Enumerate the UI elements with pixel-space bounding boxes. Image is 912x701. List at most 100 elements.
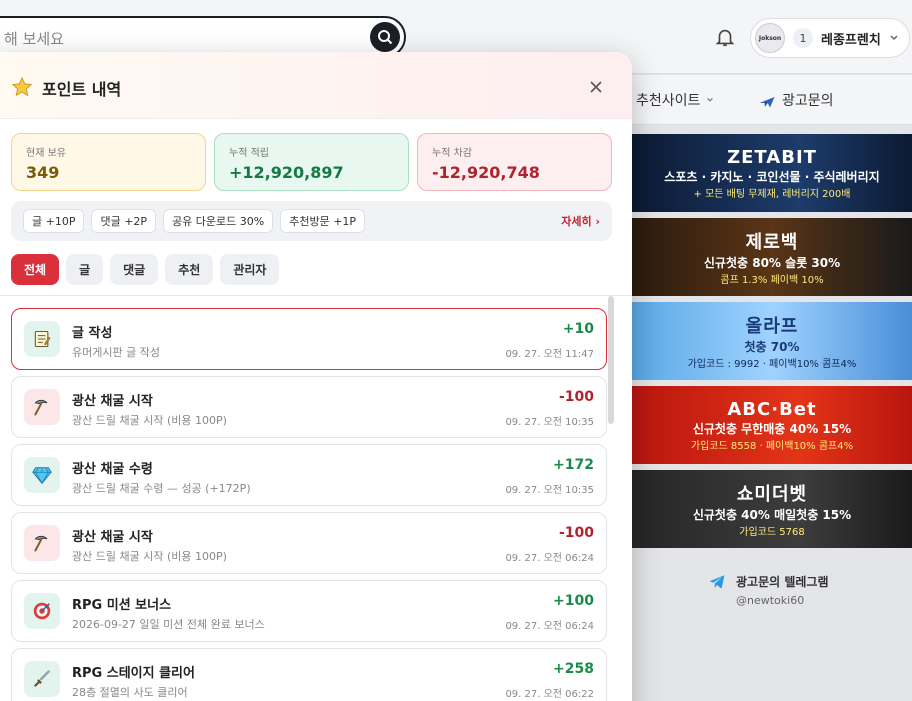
point-rules-bar: 글 +10P 댓글 +2P 공유 다운로드 30% 추천방문 +1P 자세히 › bbox=[11, 201, 612, 241]
item-description: 유머게시판 글 작성 bbox=[72, 346, 160, 359]
banner-title: ABC·Bet bbox=[727, 398, 817, 420]
nav-label: 광고문의 bbox=[782, 93, 834, 109]
item-amount: +258 bbox=[553, 661, 594, 677]
item-amount: -100 bbox=[558, 389, 594, 405]
target-icon bbox=[24, 593, 60, 629]
stat-label: 누적 차감 bbox=[432, 148, 472, 159]
item-title: 광산 채굴 수령 bbox=[72, 462, 153, 477]
banner-line: 신규첫충 40% 매일첫충 15% bbox=[692, 508, 852, 522]
list-item[interactable]: RPG 미션 보너스 2026-09-27 일일 미션 전체 완료 보너스 +1… bbox=[11, 580, 607, 642]
item-amount: +172 bbox=[553, 457, 594, 473]
bell-icon bbox=[715, 29, 735, 47]
points-summary: 현재 보유 349 누적 적립 +12,920,897 누적 차감 -12,92… bbox=[11, 133, 612, 191]
rule-chip: 글 +10P bbox=[23, 209, 85, 233]
user-menu[interactable]: Jokson 1 레종프렌치 bbox=[750, 18, 910, 58]
airplane-icon bbox=[759, 97, 775, 108]
banner-line: 신규첫충 80% 슬롯 30% bbox=[703, 256, 841, 270]
item-description: 광산 드릴 채굴 수령 — 성공 (+172P) bbox=[72, 482, 251, 495]
item-date: 09. 27. 오전 06:24 bbox=[505, 553, 594, 564]
banner-sub: 가입코드 : 9992 · 페이백10% 콤프4% bbox=[687, 359, 857, 370]
item-title: RPG 미션 보너스 bbox=[72, 598, 172, 613]
rules-detail-link[interactable]: 자세히 › bbox=[561, 213, 600, 229]
stat-value: -12,920,748 bbox=[432, 163, 540, 182]
banner-sub: 콤프 1.3% 페이백 10% bbox=[720, 275, 824, 286]
item-date: 09. 27. 오전 10:35 bbox=[505, 417, 594, 428]
list-scrollbar[interactable] bbox=[608, 296, 614, 424]
item-title: 광산 채굴 시작 bbox=[72, 394, 153, 409]
telegram-icon bbox=[709, 575, 725, 589]
banner-title: 쇼미더벳 bbox=[736, 484, 808, 505]
memo-icon bbox=[24, 321, 60, 357]
modal-title: 포인트 내역 bbox=[42, 80, 122, 99]
item-description: 광산 드릴 채굴 시작 (비용 100P) bbox=[72, 414, 227, 427]
item-amount: +100 bbox=[553, 593, 594, 609]
stat-total-earned: 누적 적립 +12,920,897 bbox=[214, 133, 409, 191]
banner-line: 첫충 70% bbox=[744, 340, 800, 354]
list-item[interactable]: 광산 채굴 시작 광산 드릴 채굴 시작 (비용 100P) -100 09. … bbox=[11, 376, 607, 438]
list-item[interactable]: 글 작성 유머게시판 글 작성 +10 09. 27. 오전 11:47 bbox=[11, 308, 607, 370]
stat-value: +12,920,897 bbox=[229, 163, 344, 182]
ad-banner-column: ZETABIT 스포츠 · 카지노 · 코인선물 · 주식레버리지 + 모든 배… bbox=[632, 134, 912, 554]
chevron-down-icon bbox=[890, 35, 898, 41]
banner-sub: 가입코드 8558 · 페이백10% 콤프4% bbox=[690, 440, 854, 452]
nav-recommended-sites[interactable]: 추천사이트 bbox=[636, 90, 714, 110]
telegram-handle: @newtoki60 bbox=[736, 594, 805, 607]
ad-banner[interactable]: 올라프 첫충 70% 가입코드 : 9992 · 페이백10% 콤프4% bbox=[632, 302, 912, 380]
search-button[interactable] bbox=[370, 22, 400, 52]
close-icon bbox=[590, 81, 602, 93]
close-button[interactable] bbox=[585, 76, 607, 98]
item-amount: +10 bbox=[562, 321, 594, 337]
banner-sub: + 모든 배팅 무제재, 레버리지 200배 bbox=[693, 188, 851, 200]
nav-label: 추천사이트 bbox=[636, 93, 701, 109]
ad-banner[interactable]: ZETABIT 스포츠 · 카지노 · 코인선물 · 주식레버리지 + 모든 배… bbox=[632, 134, 912, 212]
list-item[interactable]: 광산 채굴 수령 광산 드릴 채굴 수령 — 성공 (+172P) +172 0… bbox=[11, 444, 607, 506]
banner-title: 올라프 bbox=[745, 316, 799, 337]
rule-chip: 추천방문 +1P bbox=[280, 209, 366, 233]
tab-admin[interactable]: 관리자 bbox=[220, 254, 280, 285]
user-level-badge: 1 bbox=[793, 28, 813, 48]
tab-all[interactable]: 전체 bbox=[11, 254, 60, 285]
divider bbox=[0, 295, 632, 296]
banner-title: ZETABIT bbox=[727, 146, 817, 168]
telegram-contact[interactable]: 광고문의 텔레그램 @newtoki60 bbox=[708, 573, 829, 607]
pickaxe-icon bbox=[24, 525, 60, 561]
diamond-icon bbox=[24, 457, 60, 493]
chevron-down-icon bbox=[707, 97, 714, 102]
notifications-button[interactable] bbox=[714, 26, 738, 50]
modal-header: 포인트 내역 bbox=[0, 52, 632, 119]
sword-icon bbox=[24, 661, 60, 697]
ad-banner[interactable]: ABC·Bet 신규첫충 무한매충 40% 15% 가입코드 8558 · 페이… bbox=[632, 386, 912, 464]
list-item[interactable]: RPG 스테이지 클리어 28층 절멸의 사도 클리어 +258 09. 27.… bbox=[11, 648, 607, 701]
telegram-title: 광고문의 텔레그램 bbox=[736, 575, 829, 589]
ad-banner[interactable]: 쇼미더벳 신규첫충 40% 매일첫충 15% 가입코드 5768 bbox=[632, 470, 912, 548]
item-amount: -100 bbox=[558, 525, 594, 541]
banner-sub: 가입코드 5768 bbox=[739, 527, 805, 538]
star-icon bbox=[11, 76, 33, 98]
item-date: 09. 27. 오전 06:22 bbox=[505, 689, 594, 700]
item-description: 2026-09-27 일일 미션 전체 완료 보너스 bbox=[72, 618, 265, 631]
tab-recommend[interactable]: 추천 bbox=[165, 254, 214, 285]
tab-comments[interactable]: 댓글 bbox=[110, 254, 159, 285]
stat-value: 349 bbox=[26, 163, 60, 182]
pickaxe-icon bbox=[24, 389, 60, 425]
tab-posts[interactable]: 글 bbox=[66, 254, 104, 285]
stat-label: 누적 적립 bbox=[229, 148, 269, 159]
nav-ad-inquiry[interactable]: 광고문의 bbox=[758, 90, 834, 110]
ad-banner[interactable]: 제로백 신규첫충 80% 슬롯 30% 콤프 1.3% 페이백 10% bbox=[632, 218, 912, 296]
rule-chip: 공유 다운로드 30% bbox=[163, 209, 274, 233]
filter-tabs: 전체 글 댓글 추천 관리자 bbox=[11, 254, 280, 285]
item-title: 광산 채굴 시작 bbox=[72, 530, 153, 545]
points-history-list: 글 작성 유머게시판 글 작성 +10 09. 27. 오전 11:47 광산 … bbox=[11, 308, 607, 701]
stat-total-spent: 누적 차감 -12,920,748 bbox=[417, 133, 612, 191]
rule-chip: 댓글 +2P bbox=[91, 209, 157, 233]
username: 레종프렌치 bbox=[821, 32, 881, 48]
search-input[interactable]: 해 보세요 bbox=[4, 28, 64, 49]
avatar: Jokson bbox=[755, 23, 785, 53]
stat-current-balance: 현재 보유 349 bbox=[11, 133, 206, 191]
item-description: 28층 절멸의 사도 클리어 bbox=[72, 686, 188, 699]
list-item[interactable]: 광산 채굴 시작 광산 드릴 채굴 시작 (비용 100P) -100 09. … bbox=[11, 512, 607, 574]
banner-line: 스포츠 · 카지노 · 코인선물 · 주식레버리지 bbox=[664, 169, 880, 184]
item-date: 09. 27. 오전 06:24 bbox=[505, 621, 594, 632]
banner-title: 제로백 bbox=[745, 232, 799, 253]
points-history-modal: 포인트 내역 현재 보유 349 누적 적립 +12,920,897 누적 차감… bbox=[0, 52, 632, 701]
